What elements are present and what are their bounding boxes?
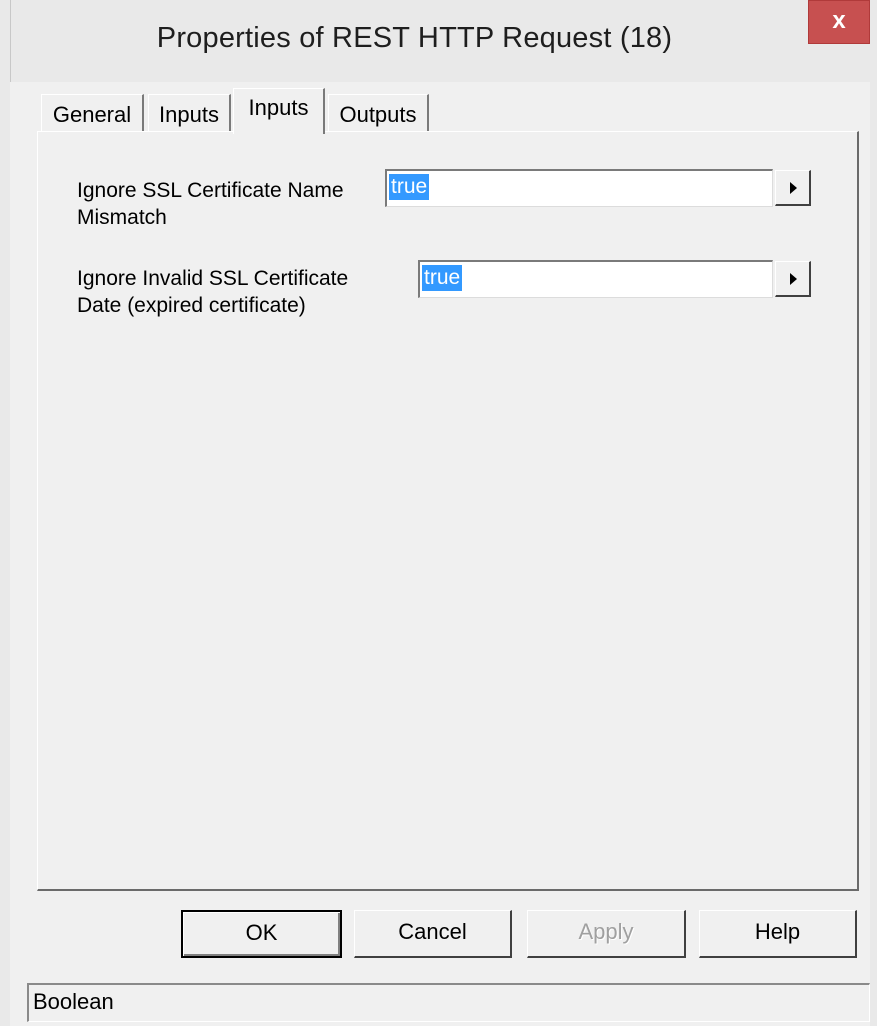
- combo-value: true: [422, 265, 463, 291]
- triangle-right-icon: [790, 273, 797, 285]
- field-label-ssl-name-mismatch: Ignore SSL Certificate Name Mismatch: [77, 177, 344, 231]
- status-bar: Boolean: [27, 983, 870, 1022]
- tab-inputs-2[interactable]: Inputs: [233, 88, 325, 134]
- tab-label: Inputs: [159, 102, 219, 127]
- triangle-right-icon: [790, 182, 797, 194]
- field-label-line: Ignore SSL Certificate Name: [77, 179, 344, 202]
- window-frame-right: [870, 82, 877, 1026]
- ssl-invalid-date-dropdown-button[interactable]: [775, 261, 811, 297]
- tab-panel: Ignore SSL Certificate Name Mismatch tru…: [37, 131, 859, 891]
- ok-button[interactable]: OK: [181, 910, 342, 958]
- tab-inputs-1[interactable]: Inputs: [148, 94, 231, 132]
- tab-label: Outputs: [339, 102, 417, 127]
- field-label-line: Date (expired certificate): [77, 294, 306, 317]
- tab-outputs[interactable]: Outputs: [328, 94, 429, 132]
- apply-button[interactable]: Apply: [527, 910, 686, 958]
- title-bar[interactable]: Properties of REST HTTP Request (18): [10, 0, 877, 82]
- properties-dialog: Properties of REST HTTP Request (18) x G…: [0, 0, 877, 1026]
- cancel-button[interactable]: Cancel: [354, 910, 512, 958]
- tab-label: Inputs: [248, 95, 309, 120]
- field-label-line: Mismatch: [77, 206, 167, 229]
- field-label-ssl-invalid-date: Ignore Invalid SSL Certificate Date (exp…: [77, 265, 348, 319]
- window-frame-left: [0, 0, 10, 1026]
- combo-value: true: [389, 174, 430, 200]
- help-button[interactable]: Help: [699, 910, 857, 958]
- ssl-name-mismatch-combo[interactable]: true: [385, 169, 773, 207]
- ssl-name-mismatch-dropdown-button[interactable]: [775, 170, 811, 206]
- tab-general[interactable]: General: [41, 94, 144, 132]
- status-text: Boolean: [33, 989, 114, 1014]
- close-icon: x: [832, 7, 846, 34]
- close-button[interactable]: x: [808, 0, 870, 44]
- window-title: Properties of REST HTTP Request (18): [156, 22, 673, 54]
- ssl-invalid-date-combo[interactable]: true: [418, 260, 773, 298]
- field-label-line: Ignore Invalid SSL Certificate: [77, 267, 349, 290]
- tab-label: General: [52, 102, 132, 127]
